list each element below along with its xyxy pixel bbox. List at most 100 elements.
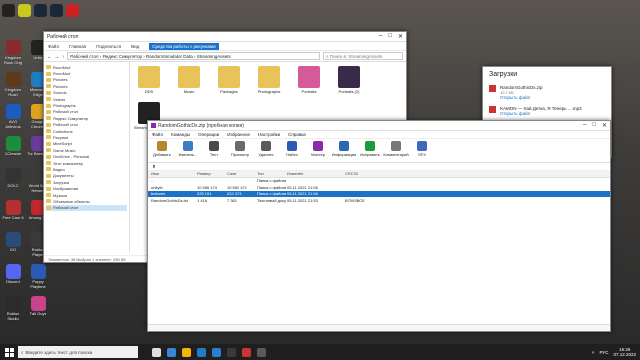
toolbar-button[interactable]: Комментарий xyxy=(383,141,409,157)
start-button[interactable] xyxy=(0,344,18,360)
taskbar-pinned-icon[interactable]: Steam xyxy=(34,4,47,17)
taskbar-app-icon[interactable] xyxy=(257,347,266,357)
menu-item[interactable]: Настройки xyxy=(258,132,280,137)
maximize-icon[interactable]: □ xyxy=(388,33,392,40)
desktop-shortcut[interactable]: GO xyxy=(1,231,25,262)
taskbar-app-icon[interactable] xyxy=(242,347,251,357)
desktop-shortcut[interactable]: CCleaner xyxy=(1,135,25,166)
folder-tile[interactable]: Music xyxy=(176,66,202,94)
folder-tile[interactable]: DDS xyxy=(136,66,162,94)
taskbar-pinned-icon[interactable]: Steam xyxy=(50,4,63,17)
menu-item[interactable]: Справка xyxy=(288,132,306,137)
up-icon[interactable]: ↑ xyxy=(62,54,64,59)
column-header[interactable]: Размер xyxy=(196,171,226,176)
taskbar-pinned-icon[interactable]: ReLive xyxy=(18,4,31,17)
ribbon-tab[interactable]: Поделиться xyxy=(96,44,121,49)
desktop-shortcut[interactable]: Kingdom Rush Orig xyxy=(1,39,25,70)
ribbon-active-tab[interactable]: Средства работы с рисунками xyxy=(149,42,219,50)
taskbar-app-icon[interactable] xyxy=(182,347,191,357)
taskbar-app-icon[interactable] xyxy=(197,347,206,357)
archive-window[interactable]: RandomGothicDs.zip (пробная копия) – □ ✕… xyxy=(147,120,611,332)
file-row[interactable]: RandomGothicDs.txt 1 416 7 361 Текстовый до… xyxy=(148,197,610,204)
desktop-shortcut-label: AVG Antivirus xyxy=(5,120,21,129)
toolbar-button[interactable]: Просмотр xyxy=(230,141,250,157)
folder-icon xyxy=(46,116,51,121)
folder-tile[interactable]: Packages xyxy=(216,66,242,94)
download-item[interactable]: RandomGothicDs.zip 10.7 КБ Открыть файл xyxy=(483,82,611,103)
file-cell-size: 1 416 xyxy=(197,197,208,203)
up-folder-icon[interactable]: ⬆ xyxy=(152,164,156,170)
app-icon xyxy=(5,40,21,55)
nav-item[interactable]: Рабочий стол xyxy=(46,204,127,211)
desktop-shortcut[interactable]: DOLC xyxy=(1,167,25,198)
maximize-icon[interactable]: □ xyxy=(592,122,596,129)
menu-item[interactable]: Операции xyxy=(198,132,219,137)
toolbar-button[interactable]: Мастер xyxy=(308,141,328,157)
toolbar-button[interactable]: Извлечь... xyxy=(178,141,198,157)
column-header[interactable]: Сжат xyxy=(226,171,256,176)
desktop-shortcut[interactable]: Kingdom Rush Frontiers xyxy=(1,71,25,102)
column-header[interactable]: Имя xyxy=(150,171,196,176)
folder-tile[interactable]: Portraits (2) xyxy=(336,66,362,94)
toolbar-button[interactable]: Исправить xyxy=(360,141,380,157)
menu-item[interactable]: Избранное xyxy=(227,132,250,137)
folder-icon xyxy=(46,135,51,140)
toolbar-button[interactable]: Найти xyxy=(282,141,302,157)
language-indicator[interactable]: РУС xyxy=(599,350,608,355)
forward-icon[interactable]: → xyxy=(55,54,60,59)
download-item[interactable]: KAMON — Хай Детка, Я Теперь ....mp3 Откры… xyxy=(483,103,611,119)
taskbar-app-icon[interactable] xyxy=(152,347,161,357)
toolbar-button[interactable]: SFX xyxy=(412,141,432,157)
chevron-up-icon[interactable]: ˄ xyxy=(592,350,595,355)
download-open-link[interactable]: Открыть файл xyxy=(500,95,543,100)
toolbar-button[interactable]: Удалить xyxy=(256,141,276,157)
archive-titlebar[interactable]: RandomGothicDs.zip (пробная копия) – □ ✕ xyxy=(148,121,610,131)
close-icon[interactable]: ✕ xyxy=(398,33,403,40)
toolbar-button[interactable]: Добавить xyxy=(152,141,172,157)
nav-item-label: RoonMod xyxy=(53,71,71,77)
back-icon[interactable]: ← xyxy=(47,54,52,59)
minimize-icon[interactable]: – xyxy=(379,33,382,40)
address-path[interactable]: Рабочий стол › Яндекс Симулятор › Random… xyxy=(67,52,320,60)
folder-icon xyxy=(46,103,51,108)
folder-tile[interactable]: Portraits xyxy=(296,66,322,94)
toolbar-icon xyxy=(183,141,193,151)
toolbar-button-label: Извлечь... xyxy=(178,152,198,157)
download-open-link[interactable]: Открыть файл xyxy=(500,111,582,116)
toolbar-button[interactable]: Тест xyxy=(204,141,224,157)
desktop-shortcut[interactable]: Fall Guys xyxy=(26,295,50,326)
column-header[interactable]: Изменён xyxy=(286,171,344,176)
toolbar-button-label: Удалить xyxy=(258,152,274,157)
desktop-shortcut-label: Poppy Playtime xyxy=(30,280,46,289)
taskbar-search[interactable]: ⌕ Введите здесь текст для поиска xyxy=(18,346,138,358)
ribbon-tab[interactable]: Вид xyxy=(131,44,139,49)
toolbar-button[interactable]: Информация xyxy=(332,141,356,157)
ribbon-tab[interactable]: Файл xyxy=(48,44,59,49)
ribbon-tab[interactable]: Главная xyxy=(69,44,86,49)
minimize-icon[interactable]: – xyxy=(583,122,586,129)
folder-tile[interactable]: Photographs xyxy=(256,66,282,94)
clock[interactable]: 16:26 07.12.2022 xyxy=(613,347,636,357)
explorer-titlebar[interactable]: Рабочий стол – □ ✕ xyxy=(44,32,406,42)
taskbar-app-icon[interactable] xyxy=(212,347,221,357)
desktop-shortcut[interactable]: AVG Antivirus xyxy=(1,103,25,134)
column-header[interactable]: Тип xyxy=(256,171,286,176)
taskbar-app-icon[interactable] xyxy=(227,347,236,357)
nav-item-label: Рабочий стол xyxy=(53,109,79,115)
desktop-shortcut[interactable]: Poppy Playtime xyxy=(26,263,50,294)
desktop-top-icons: Unity HubReLiveSteamSteamK xyxy=(2,3,79,17)
desktop-shortcut-label: Kingdom Rush Orig xyxy=(3,56,22,65)
close-icon[interactable]: ✕ xyxy=(602,122,607,129)
nav-item-label: Объемные объекты xyxy=(53,198,90,204)
desktop-shortcut[interactable]: Roblox Studio xyxy=(1,295,25,326)
desktop-shortcut[interactable]: Discord xyxy=(1,263,25,294)
taskbar-pinned-icon[interactable]: K xyxy=(66,4,79,17)
taskbar-app-icon[interactable] xyxy=(167,347,176,357)
column-header[interactable]: CRC32 xyxy=(344,171,368,176)
taskbar-pinned-icon[interactable]: Unity Hub xyxy=(2,4,15,17)
menu-item[interactable]: Файл xyxy=(152,132,163,137)
desktop-shortcut[interactable]: Free Cam 8 xyxy=(1,199,25,230)
menu-item[interactable]: Команды xyxy=(171,132,190,137)
navigation-pane[interactable]: RoonMod RoonMod Pictures Pictures Sounds Vide… xyxy=(44,62,130,252)
search-input[interactable]: ⌕ Поиск в: StreamingAssets xyxy=(323,52,403,60)
